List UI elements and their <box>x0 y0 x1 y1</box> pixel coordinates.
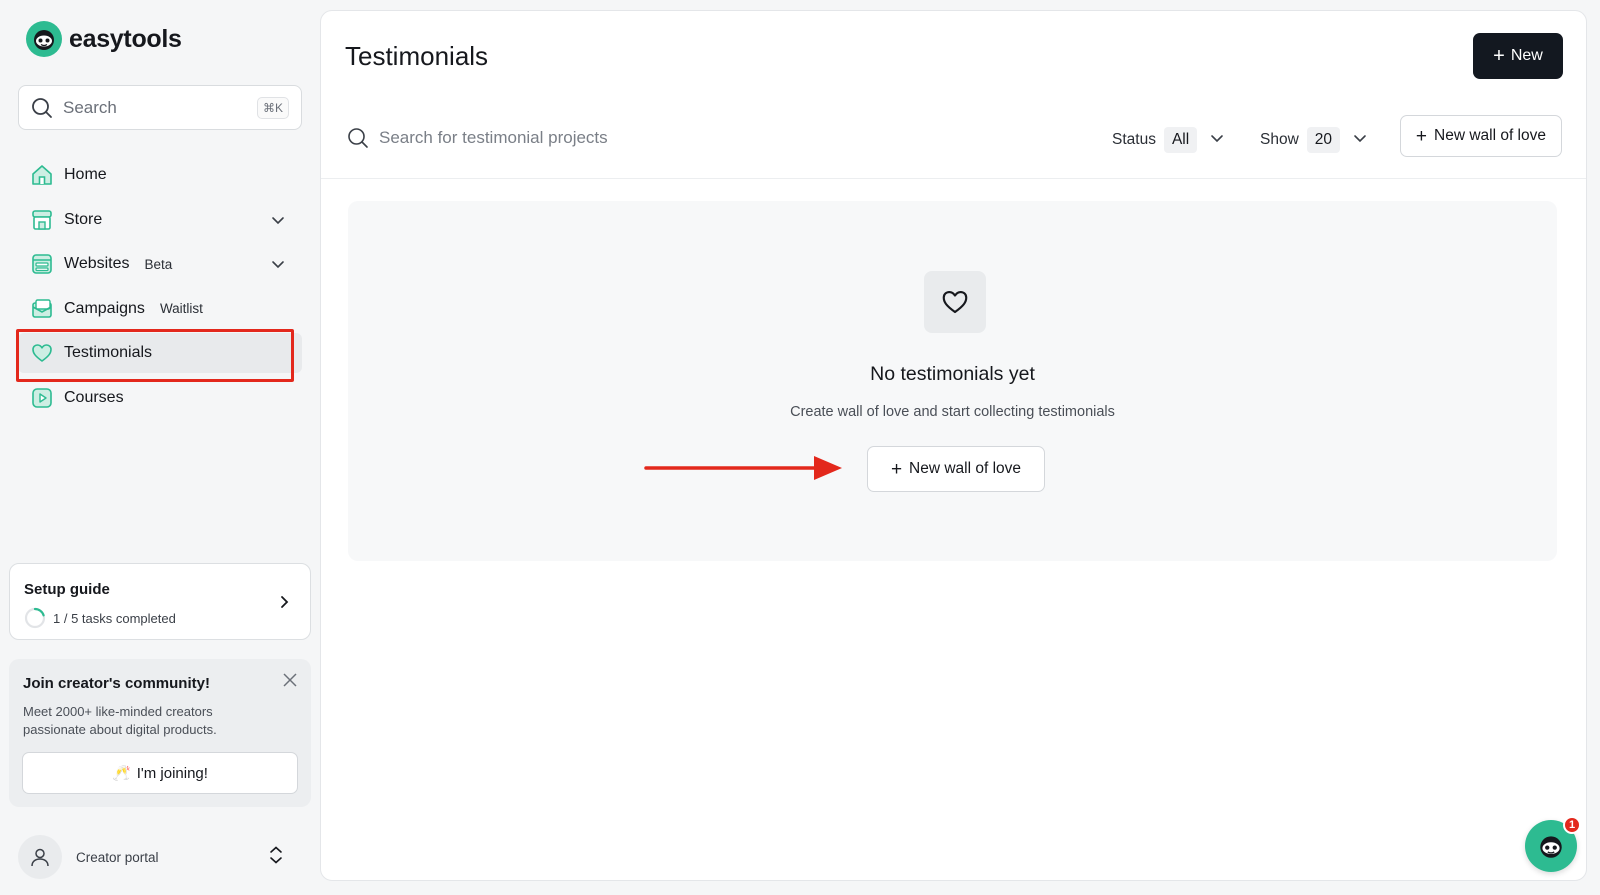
chevron-down-icon[interactable] <box>270 256 286 277</box>
sidebar-item-label: Testimonials <box>64 344 153 361</box>
status-filter-value: All <box>1163 127 1198 153</box>
mail-icon <box>30 297 54 321</box>
plus-icon: + <box>890 458 903 480</box>
testimonial-search-placeholder: Search for testimonial projects <box>379 128 608 147</box>
beta-badge: Beta <box>144 256 173 272</box>
notification-badge: 1 <box>1563 816 1581 834</box>
play-icon <box>30 386 54 410</box>
sidebar-item-label: Home <box>64 166 107 183</box>
empty-state-title: No testimonials yet <box>870 363 1035 385</box>
cheers-icon: 🥂 <box>112 765 131 782</box>
chevron-right-icon <box>276 594 292 615</box>
plus-icon: + <box>1415 125 1427 147</box>
sidebar-item-home[interactable]: Home <box>18 155 302 195</box>
annotation-arrow-icon <box>644 456 842 480</box>
setup-guide-title: Setup guide <box>24 581 110 598</box>
sidebar-item-store[interactable]: Store <box>18 200 302 240</box>
waitlist-badge: Waitlist <box>159 301 203 316</box>
show-count-label: Show <box>1260 131 1299 148</box>
sidebar-item-label: Store <box>64 210 103 228</box>
chat-widget-button[interactable]: 1 <box>1525 816 1581 872</box>
plus-icon: + <box>1493 45 1505 67</box>
new-wall-button-label: New wall of love <box>1434 127 1546 144</box>
setup-progress: 1 / 5 tasks completed <box>24 607 176 629</box>
brand-logo-icon <box>26 21 62 57</box>
sidebar-item-courses[interactable]: Courses <box>18 378 302 418</box>
sidebar-item-label: Courses <box>64 388 124 406</box>
empty-state-subtitle: Create wall of love and start collecting… <box>790 404 1115 420</box>
toolbar: Search for testimonial projects Status A… <box>321 115 1586 179</box>
chevron-down-icon <box>1352 130 1368 151</box>
sidebar-search-placeholder: Search <box>63 97 117 117</box>
sidebar: easytools Search ⌘K Home Store Websites … <box>0 0 318 895</box>
sidebar-item-label: Campaigns <box>64 299 145 317</box>
chevron-up-down-icon <box>268 845 284 870</box>
brand-name: easytools <box>69 24 182 53</box>
sidebar-item-label: Websites <box>64 255 130 272</box>
chevron-down-icon[interactable] <box>270 212 286 233</box>
home-icon <box>30 163 54 187</box>
search-icon <box>348 128 368 148</box>
account-label: Creator portal <box>76 849 159 865</box>
account-switcher[interactable]: Creator portal <box>18 834 302 880</box>
close-icon[interactable] <box>282 672 298 693</box>
chevron-down-icon <box>1209 130 1225 151</box>
sidebar-search-input[interactable]: Search ⌘K <box>18 85 302 130</box>
show-count-value: 20 <box>1306 127 1341 153</box>
status-filter-label: Status <box>1112 131 1156 148</box>
store-icon <box>30 208 54 232</box>
setup-progress-text: 1 / 5 tasks completed <box>53 610 176 626</box>
join-community-button[interactable]: 🥂 I'm joining! <box>22 752 298 794</box>
community-title: Join creator's community! <box>23 675 210 692</box>
heart-icon <box>30 341 54 365</box>
main-panel: Testimonials + New Search for testimonia… <box>320 10 1587 881</box>
new-wall-of-love-button[interactable]: + New wall of love <box>1399 115 1562 157</box>
setup-guide-card[interactable]: Setup guide 1 / 5 tasks completed <box>9 563 311 640</box>
testimonial-search-input[interactable]: Search for testimonial projects <box>347 127 608 149</box>
avatar <box>18 835 62 879</box>
empty-state: No testimonials yet Create wall of love … <box>348 201 1557 561</box>
brand[interactable]: easytools <box>26 21 182 57</box>
page-title: Testimonials <box>345 41 489 71</box>
community-card: Join creator's community! Meet 2000+ lik… <box>9 659 311 807</box>
search-icon <box>32 97 52 118</box>
progress-ring-icon <box>24 607 46 629</box>
sidebar-nav: Home Store Websites Beta Campaigns Waitl… <box>16 155 302 422</box>
new-button[interactable]: + New <box>1473 33 1563 79</box>
chat-mascot-icon <box>1540 836 1562 858</box>
heart-icon <box>924 271 986 333</box>
show-count-select[interactable]: Show 20 <box>1260 125 1368 155</box>
empty-new-wall-of-love-button[interactable]: + New wall of love <box>867 446 1045 492</box>
search-shortcut: ⌘K <box>256 96 289 119</box>
community-description: Meet 2000+ like-minded creators passiona… <box>23 704 217 737</box>
join-button-label: I'm joining! <box>136 764 208 782</box>
sidebar-item-campaigns[interactable]: Campaigns Waitlist <box>18 289 302 329</box>
empty-new-wall-button-label: New wall of love <box>909 460 1022 477</box>
new-button-label: New <box>1510 47 1543 64</box>
user-icon <box>31 848 49 867</box>
websites-icon <box>30 252 54 276</box>
status-filter[interactable]: Status All <box>1112 125 1225 155</box>
sidebar-item-websites[interactable]: Websites Beta <box>18 244 302 284</box>
sidebar-item-testimonials[interactable]: Testimonials <box>16 329 302 382</box>
